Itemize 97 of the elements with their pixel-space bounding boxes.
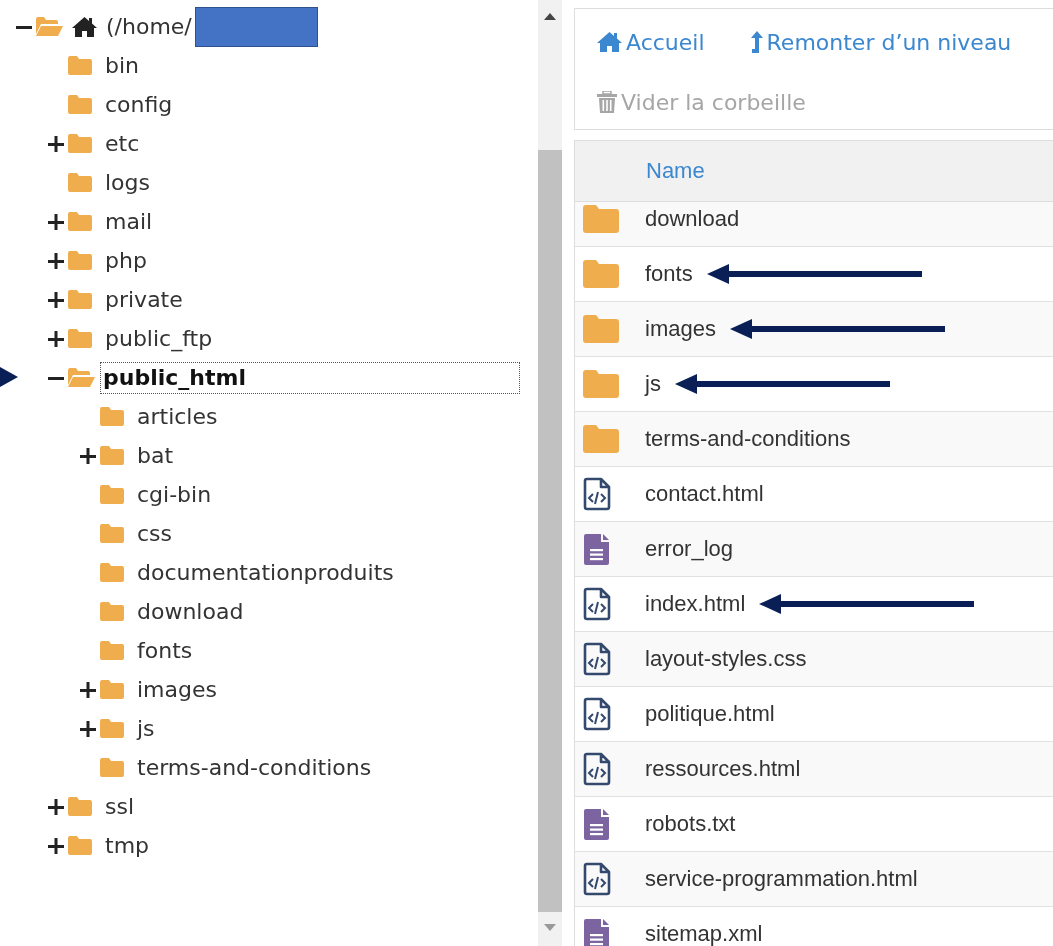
file-name[interactable]: service-programmation.html xyxy=(645,866,918,892)
file-name[interactable]: sitemap.xml xyxy=(645,921,763,946)
folder-icon xyxy=(68,367,96,388)
code-file-icon xyxy=(583,752,611,786)
file-name[interactable]: terms-and-conditions xyxy=(645,426,851,452)
text-file-icon xyxy=(583,917,611,946)
table-row[interactable]: terms-and-conditions xyxy=(575,412,1053,467)
up-arrow-icon xyxy=(750,31,763,53)
folder-label[interactable]: (/home/ xyxy=(103,10,195,43)
code-file-icon xyxy=(583,587,611,621)
folder-icon xyxy=(100,718,126,739)
file-name[interactable]: contact.html xyxy=(645,481,764,507)
folder-label[interactable]: bat xyxy=(134,439,177,472)
folder-icon xyxy=(100,679,126,700)
folder-icon xyxy=(100,640,126,661)
folder-label[interactable]: public_html xyxy=(100,361,520,394)
expand-icon[interactable] xyxy=(80,720,96,737)
table-row[interactable]: service-programmation.html xyxy=(575,852,1053,907)
file-name[interactable]: layout-styles.css xyxy=(645,646,807,672)
trash-icon xyxy=(597,91,617,113)
expand-icon[interactable] xyxy=(48,837,64,854)
folder-icon xyxy=(68,835,94,856)
file-name[interactable]: error_log xyxy=(645,536,734,562)
folder-label[interactable]: bin xyxy=(102,49,143,82)
folder-icon xyxy=(100,523,126,544)
folder-label[interactable]: terms-and-conditions xyxy=(134,751,375,784)
code-file-icon xyxy=(583,862,611,896)
folder-icon xyxy=(100,757,126,778)
folder-label[interactable]: images xyxy=(134,673,220,706)
text-file-icon xyxy=(583,807,611,841)
folder-icon xyxy=(68,55,94,76)
folder-label[interactable]: fonts xyxy=(134,634,196,667)
folder-icon xyxy=(68,289,94,310)
file-name[interactable]: fonts xyxy=(645,261,693,287)
scrollbar[interactable] xyxy=(538,0,562,946)
folder-label[interactable]: public_ftp xyxy=(102,322,216,355)
folder-icon xyxy=(68,211,94,232)
folder-icon xyxy=(100,601,126,622)
folder-icon xyxy=(68,328,94,349)
toolbar-button[interactable]: Remonter d’un niveau xyxy=(750,23,1012,61)
home-icon xyxy=(597,31,622,53)
code-file-icon xyxy=(583,697,611,731)
expand-icon[interactable] xyxy=(48,213,64,230)
folder-label[interactable]: js xyxy=(134,712,158,745)
expand-icon[interactable] xyxy=(48,135,64,152)
folder-icon xyxy=(68,250,94,271)
table-row[interactable]: layout-styles.css xyxy=(575,632,1053,687)
expand-icon[interactable] xyxy=(80,447,96,464)
folder-icon xyxy=(583,425,619,453)
folder-icon xyxy=(100,484,126,505)
folder-label[interactable]: ssl xyxy=(102,790,138,823)
folder-icon xyxy=(100,406,126,427)
folder-icon xyxy=(36,16,64,37)
scroll-up-icon[interactable] xyxy=(544,12,556,20)
folder-icon xyxy=(583,260,619,288)
folder-icon xyxy=(68,94,94,115)
folder-label[interactable]: logs xyxy=(102,166,153,199)
table-row[interactable]: download xyxy=(575,202,1053,247)
folder-label[interactable]: tmp xyxy=(102,829,153,862)
folder-icon xyxy=(583,205,619,233)
folder-icon xyxy=(100,445,126,466)
folder-label[interactable]: css xyxy=(134,517,176,550)
file-name[interactable]: index.html xyxy=(645,591,746,617)
table-row[interactable]: images xyxy=(575,302,1053,357)
table-row[interactable]: error_log xyxy=(575,522,1053,577)
scrollbar-thumb[interactable] xyxy=(538,150,562,912)
file-name[interactable]: ressources.html xyxy=(645,756,801,782)
folder-label[interactable]: documentationproduits xyxy=(134,556,397,589)
folder-icon xyxy=(583,315,619,343)
expand-icon[interactable] xyxy=(48,330,64,347)
file-name[interactable]: js xyxy=(645,371,661,397)
code-file-icon xyxy=(583,477,611,511)
folder-icon xyxy=(100,562,126,583)
expand-icon[interactable] xyxy=(48,798,64,815)
folder-icon xyxy=(68,796,94,817)
folder-label[interactable]: php xyxy=(102,244,150,277)
toolbar-button[interactable]: Accueil xyxy=(597,23,705,61)
expand-icon[interactable] xyxy=(48,252,64,269)
folder-icon xyxy=(68,172,94,193)
text-file-icon xyxy=(583,532,611,566)
folder-label[interactable]: etc xyxy=(102,127,143,160)
file-name[interactable]: images xyxy=(645,316,716,342)
expand-icon[interactable] xyxy=(80,681,96,698)
folder-label[interactable]: mail xyxy=(102,205,156,238)
folder-label[interactable]: articles xyxy=(134,400,221,433)
folder-label[interactable]: download xyxy=(134,595,247,628)
expand-icon[interactable] xyxy=(48,291,64,308)
file-name[interactable]: robots.txt xyxy=(645,811,736,837)
folder-label[interactable]: cgi-bin xyxy=(134,478,215,511)
file-name[interactable]: politique.html xyxy=(645,701,775,727)
file-name[interactable]: download xyxy=(645,206,740,232)
table-row[interactable]: ressources.html xyxy=(575,742,1053,797)
folder-label[interactable]: config xyxy=(102,88,176,121)
folder-label[interactable]: private xyxy=(102,283,186,316)
folder-icon xyxy=(68,133,94,154)
code-file-icon xyxy=(583,642,611,676)
folder-icon xyxy=(583,370,619,398)
